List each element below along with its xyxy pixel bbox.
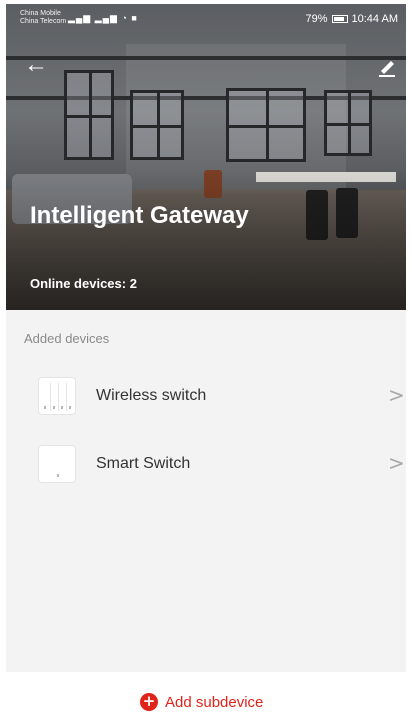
- switch-dot: [69, 406, 71, 409]
- status-bar: China Mobile China Telecom ▂▄▆ ▂▄▆ ◔ ■ 7…: [6, 4, 406, 34]
- switch-dot: [61, 406, 63, 409]
- add-subdevice-button[interactable]: + Add subdevice: [140, 693, 263, 711]
- window: [324, 90, 372, 156]
- switch-divider: [50, 383, 51, 411]
- status-right: 79% 10:44 AM: [305, 13, 398, 25]
- carrier-1: China Mobile: [20, 10, 61, 17]
- carrier-2: China Telecom: [20, 18, 67, 25]
- edit-pencil-icon[interactable]: [376, 56, 400, 78]
- battery-icon: [331, 15, 348, 23]
- devices-panel: Added devices Wireless switch > Smart Sw…: [6, 310, 406, 672]
- gateway-header-image: China Mobile China Telecom ▂▄▆ ▂▄▆ ◔ ■ 7…: [6, 4, 406, 310]
- switch-divider: [58, 383, 59, 411]
- clock: 10:44 AM: [351, 13, 398, 25]
- window: [130, 90, 184, 160]
- section-label: Added devices: [24, 331, 110, 346]
- window: [64, 70, 114, 160]
- online-devices-count: Online devices: 2: [30, 276, 137, 291]
- app-screen: China Mobile China Telecom ▂▄▆ ▂▄▆ ◔ ■ 7…: [0, 0, 412, 715]
- add-subdevice-label: Add subdevice: [165, 693, 264, 711]
- chevron-right-icon: >: [388, 383, 405, 407]
- switch-dot: [57, 474, 59, 477]
- switch-divider: [66, 383, 67, 411]
- plus-circle-icon: +: [140, 693, 158, 711]
- device-row-smart-switch[interactable]: Smart Switch >: [6, 438, 406, 496]
- switch-dot: [44, 406, 46, 409]
- switch-dot: [53, 406, 55, 409]
- wireless-switch-icon: [38, 377, 76, 415]
- signal-icon: ▂▄▆ ▂▄▆ ◔ ■: [68, 13, 138, 23]
- chevron-right-icon: >: [388, 451, 405, 475]
- battery-percent: 79%: [305, 13, 328, 25]
- window: [226, 88, 306, 162]
- smart-switch-icon: [38, 445, 76, 483]
- page-title: Intelligent Gateway: [30, 202, 249, 229]
- device-row-wireless-switch[interactable]: Wireless switch >: [6, 370, 406, 428]
- back-arrow-icon[interactable]: ←: [24, 52, 50, 78]
- ceiling-beam: [6, 56, 406, 60]
- device-name: Wireless switch: [96, 387, 207, 404]
- device-name: Smart Switch: [96, 455, 191, 472]
- carrier-names: China Mobile China Telecom: [20, 10, 66, 26]
